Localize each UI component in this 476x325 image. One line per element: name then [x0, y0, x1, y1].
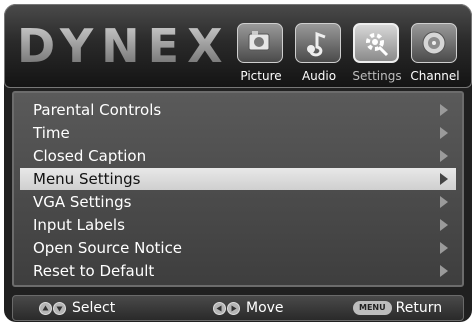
down-button-icon [53, 301, 66, 315]
menu-item-parental-controls[interactable]: Parental Controls [20, 99, 456, 121]
tab-channel[interactable]: Channel [407, 19, 463, 87]
menu-item-input-labels[interactable]: Input Labels [20, 214, 456, 236]
chevron-right-icon [440, 196, 448, 208]
tab-channel-label: Channel [410, 69, 460, 83]
button-hint-bar: Select Move MENU Return [12, 295, 464, 321]
menu-item-label: Open Source Notice [33, 239, 183, 257]
tab-audio[interactable]: Audio [291, 19, 347, 87]
tab-picture[interactable]: Picture [233, 19, 289, 87]
menu-item-menu-settings[interactable]: Menu Settings [20, 168, 456, 190]
settings-icon [353, 23, 399, 63]
menu-item-label: Input Labels [33, 216, 125, 234]
audio-icon [295, 23, 341, 63]
menu-header: DYNEX Picture Audio Settings Channel [4, 4, 472, 88]
menu-item-open-source-notice[interactable]: Open Source Notice [20, 237, 456, 259]
menu-item-reset-to-default[interactable]: Reset to Default [20, 260, 456, 282]
menu-item-label: Menu Settings [33, 170, 141, 188]
menu-item-vga-settings[interactable]: VGA Settings [20, 191, 456, 213]
right-button-icon [227, 301, 240, 315]
chevron-right-icon [440, 127, 448, 139]
chevron-right-icon [440, 242, 448, 254]
chevron-right-icon [440, 219, 448, 231]
tab-settings[interactable]: Settings [349, 19, 405, 87]
menu-item-label: Reset to Default [33, 262, 155, 280]
picture-icon [237, 23, 283, 63]
menu-item-label: Time [33, 124, 70, 142]
menu-button-icon: MENU [353, 301, 392, 315]
menu-item-closed-caption[interactable]: Closed Caption [20, 145, 456, 167]
move-hint: Move [213, 299, 284, 317]
channel-icon [411, 23, 457, 63]
menu-item-label: Parental Controls [33, 101, 162, 119]
return-hint: MENU Return [353, 299, 442, 317]
return-hint-label: Return [395, 300, 443, 316]
up-button-icon [39, 301, 52, 315]
menu-item-label: VGA Settings [33, 193, 132, 211]
chevron-right-icon [440, 173, 448, 185]
chevron-right-icon [440, 265, 448, 277]
brand-logo: DYNEX [17, 19, 231, 73]
menu-item-label: Closed Caption [33, 147, 147, 165]
chevron-right-icon [440, 104, 448, 116]
menu-item-time[interactable]: Time [20, 122, 456, 144]
left-button-icon [213, 301, 226, 315]
select-hint: Select [39, 299, 115, 317]
settings-menu: Parental Controls Time Closed Caption Me… [12, 91, 464, 287]
move-hint-label: Move [246, 300, 284, 316]
chevron-right-icon [440, 150, 448, 162]
select-hint-label: Select [72, 300, 116, 316]
